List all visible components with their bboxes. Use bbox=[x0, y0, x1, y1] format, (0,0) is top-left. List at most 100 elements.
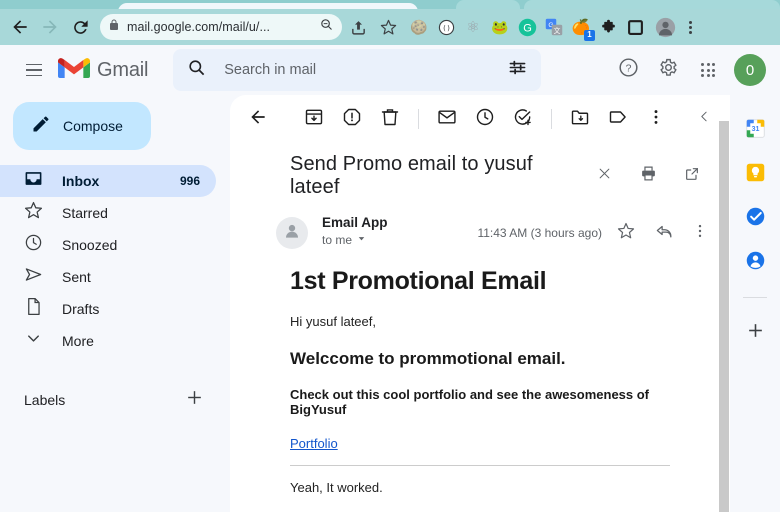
sidebar-item-drafts[interactable]: Drafts bbox=[0, 293, 216, 325]
archive-button[interactable] bbox=[296, 101, 332, 137]
star-icon bbox=[617, 222, 635, 245]
browser-toolbar: mail.google.com/mail/u/... 🍪 () ⚛ 🐸 G G … bbox=[0, 9, 780, 45]
message-timestamp: 11:43 AM (3 hours ago) bbox=[477, 226, 602, 240]
person-avatar-icon bbox=[282, 221, 302, 246]
labels-button[interactable] bbox=[600, 101, 636, 137]
gmail-logo[interactable]: Gmail bbox=[58, 56, 148, 85]
email-closing: Yeah, It worked. bbox=[290, 479, 383, 495]
add-task-icon bbox=[513, 107, 533, 132]
recipient-label: to me bbox=[322, 233, 353, 247]
extension-square-icon[interactable] bbox=[623, 15, 647, 39]
add-to-tasks-button[interactable] bbox=[505, 101, 541, 137]
back-button[interactable] bbox=[6, 13, 34, 41]
support-button[interactable]: ? bbox=[611, 53, 645, 87]
extension-frog-icon[interactable]: 🐸 bbox=[488, 15, 512, 39]
collapse-side-panel-button[interactable] bbox=[686, 101, 722, 137]
zoom-out-icon[interactable] bbox=[319, 17, 334, 37]
reply-button[interactable] bbox=[650, 219, 678, 247]
move-to-button[interactable] bbox=[562, 101, 598, 137]
back-arrow-icon bbox=[10, 17, 30, 37]
draft-icon bbox=[24, 297, 43, 321]
sidebar-item-more[interactable]: More bbox=[0, 325, 216, 357]
add-on-button[interactable] bbox=[744, 322, 766, 344]
share-button[interactable] bbox=[344, 13, 372, 41]
avatar[interactable] bbox=[276, 217, 308, 249]
extension-react-icon[interactable]: ⚛ bbox=[461, 15, 485, 39]
chrome-menu-icon bbox=[688, 20, 692, 24]
collapse-all-button[interactable] bbox=[586, 158, 622, 194]
email-paragraph: Check out this cool portfolio and see th… bbox=[290, 386, 650, 417]
report-spam-icon bbox=[342, 107, 362, 132]
browser-tab-inactive[interactable] bbox=[524, 0, 780, 9]
message-more-button[interactable] bbox=[688, 219, 712, 247]
subject-row: Send Promo email to yusuf lateef bbox=[230, 143, 730, 207]
browser-window: mail.google.com/mail/u/... 🍪 () ⚛ 🐸 G G … bbox=[0, 0, 780, 512]
sidebar-label: Drafts bbox=[62, 301, 100, 317]
address-bar[interactable]: mail.google.com/mail/u/... bbox=[100, 14, 342, 40]
bookmark-button[interactable] bbox=[374, 13, 402, 41]
extension-grammarly-icon[interactable]: G bbox=[515, 15, 539, 39]
compose-label: Compose bbox=[63, 118, 123, 134]
google-tasks-icon[interactable] bbox=[744, 205, 766, 227]
svg-text:(): () bbox=[442, 23, 451, 32]
message-reading-pane: Send Promo email to yusuf lateef Email A… bbox=[230, 95, 730, 512]
snooze-button[interactable] bbox=[467, 101, 503, 137]
report-spam-button[interactable] bbox=[334, 101, 370, 137]
sidebar-label: More bbox=[62, 333, 94, 349]
extension-bracket-icon[interactable]: () bbox=[434, 15, 458, 39]
portfolio-link[interactable]: Portfolio bbox=[290, 436, 338, 451]
collapse-icon bbox=[597, 166, 612, 186]
inbox-unread-count: 996 bbox=[179, 174, 200, 188]
open-in-new-window-button[interactable] bbox=[674, 158, 710, 194]
google-contacts-icon[interactable] bbox=[744, 249, 766, 271]
main-menu-button[interactable] bbox=[14, 50, 54, 90]
back-to-inbox-button[interactable] bbox=[240, 101, 276, 137]
compose-button[interactable]: Compose bbox=[13, 102, 151, 150]
extension-puzzle-icon[interactable] bbox=[596, 15, 620, 39]
sidebar-label: Sent bbox=[62, 269, 91, 285]
svg-text:?: ? bbox=[625, 62, 631, 74]
page-title: Send Promo email to yusuf lateef bbox=[290, 153, 533, 198]
scrollbar-thumb[interactable] bbox=[719, 121, 729, 512]
sidebar-item-snoozed[interactable]: Snoozed bbox=[0, 229, 216, 261]
browser-profile-button[interactable] bbox=[653, 15, 677, 39]
recipient-row[interactable]: to me bbox=[322, 233, 388, 247]
delete-button[interactable] bbox=[372, 101, 408, 137]
search-bar[interactable] bbox=[173, 49, 542, 91]
print-button[interactable] bbox=[630, 158, 666, 194]
settings-button[interactable] bbox=[651, 53, 685, 87]
gmail-logo-icon bbox=[58, 56, 90, 85]
extension-orange-icon[interactable]: 🍊 1 bbox=[569, 15, 595, 41]
mark-unread-button[interactable] bbox=[429, 101, 465, 137]
account-avatar[interactable]: 0 bbox=[734, 54, 766, 86]
search-input[interactable] bbox=[224, 62, 491, 78]
sidebar: Compose Inbox 996 Starred Snoozed Sent D… bbox=[0, 95, 230, 512]
sidebar-item-sent[interactable]: Sent bbox=[0, 261, 216, 293]
sidebar-label: Starred bbox=[62, 205, 108, 221]
star-message-button[interactable] bbox=[612, 219, 640, 247]
sidebar-label: Snoozed bbox=[62, 237, 118, 253]
google-calendar-icon[interactable]: 31 bbox=[744, 117, 766, 139]
browser-tab-inactive[interactable] bbox=[456, 0, 520, 9]
google-keep-icon[interactable] bbox=[744, 161, 766, 183]
sidebar-item-inbox[interactable]: Inbox 996 bbox=[0, 165, 216, 197]
extension-google-translate-icon[interactable]: G文 bbox=[542, 15, 566, 39]
header-actions: ? 0 bbox=[611, 53, 772, 87]
chrome-menu-button[interactable] bbox=[679, 20, 701, 34]
forward-button[interactable] bbox=[36, 13, 64, 41]
archive-icon bbox=[304, 107, 324, 132]
extensions-area: 🍪 () ⚛ 🐸 G G文 🍊 1 bbox=[407, 15, 647, 41]
gear-icon bbox=[658, 57, 679, 83]
message-scrollbar[interactable] bbox=[718, 121, 730, 512]
google-apps-button[interactable] bbox=[691, 53, 725, 87]
sidebar-label: Inbox bbox=[62, 173, 100, 189]
chevron-left-icon bbox=[698, 110, 711, 128]
more-options-button[interactable] bbox=[638, 101, 674, 137]
reload-button[interactable] bbox=[66, 13, 94, 41]
star-icon bbox=[380, 19, 397, 36]
extension-cookie-icon[interactable]: 🍪 bbox=[407, 15, 431, 39]
plus-icon[interactable] bbox=[185, 388, 204, 412]
search-options-icon[interactable] bbox=[508, 58, 527, 82]
sidebar-item-starred[interactable]: Starred bbox=[0, 197, 216, 229]
svg-text:文: 文 bbox=[554, 26, 561, 35]
